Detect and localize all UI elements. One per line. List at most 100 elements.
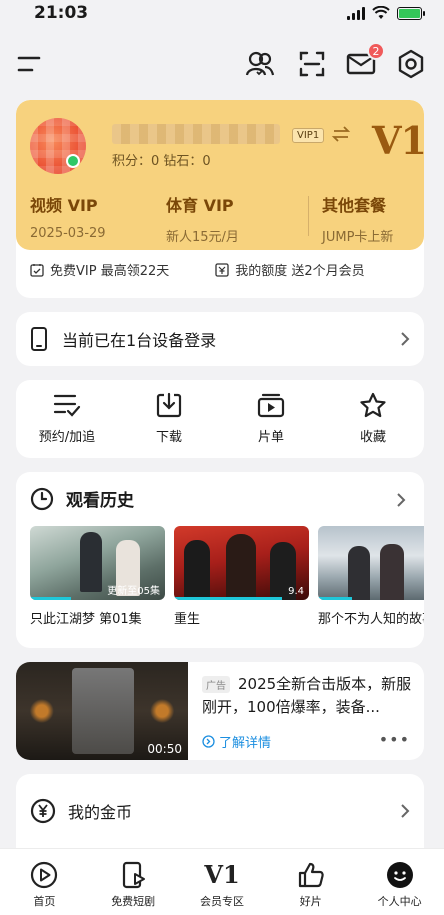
star-icon — [360, 392, 386, 418]
download-icon — [156, 392, 182, 418]
playlist-button[interactable]: 片单 — [220, 380, 322, 458]
other-plans-column[interactable]: 其他套餐 JUMP卡上新 — [322, 192, 393, 245]
tab-free-short-drama[interactable]: 免费短剧 — [89, 849, 178, 915]
download-label: 下载 — [155, 430, 182, 445]
more-options-icon[interactable]: ••• — [379, 730, 410, 749]
free-vip-label: 免费VIP 最高领22天 — [50, 264, 170, 279]
free-vip-link[interactable]: 免费VIP 最高领22天 — [30, 260, 169, 279]
online-status-dot — [66, 154, 80, 168]
watch-history-header[interactable]: 观看历史 — [30, 486, 134, 511]
reserve-label: 预约/加追 — [38, 430, 96, 445]
history-caption: 那个不为人知的故事 — [318, 612, 424, 627]
tab-profile[interactable]: 个人中心 — [355, 849, 444, 915]
tab-home-label: 首页 — [33, 895, 56, 908]
sports-vip-price: 新人15元/月 — [166, 230, 239, 245]
vip-membership-panel: VIP1 V1 积分：0 钻石：0 视频 VIP 2025-03-29 体育 V… — [16, 100, 424, 250]
other-plans-title: 其他套餐 — [322, 196, 387, 215]
tab-vip-zone[interactable]: V1 会员专区 — [178, 849, 267, 915]
ad-text: 2025全新合击版本，新服刚开，100倍爆率，装备... — [202, 675, 412, 716]
username-blurred — [112, 124, 280, 144]
tab-free-short-drama-label: 免费短剧 — [111, 895, 156, 908]
tab-profile-label: 个人中心 — [377, 895, 422, 908]
history-item[interactable]: 那个不为人知的故事 — [318, 526, 424, 627]
vip-card: VIP1 V1 积分：0 钻石：0 视频 VIP 2025-03-29 体育 V… — [16, 100, 424, 298]
tab-vip-zone-label: 会员专区 — [199, 895, 244, 908]
message-icon[interactable]: 2 — [343, 42, 385, 82]
my-quota-label: 我的额度 送2个月会员 — [235, 264, 365, 279]
home-play-icon — [31, 861, 58, 889]
sports-vip-title: 体育 VIP — [166, 196, 234, 215]
settings-icon[interactable] — [393, 46, 429, 82]
download-button[interactable]: 下载 — [118, 380, 220, 458]
playlist-icon — [257, 393, 285, 418]
history-item[interactable]: 9.4 重生 — [174, 526, 309, 627]
tab-good-films-label: 好片 — [299, 895, 322, 908]
menu-icon[interactable] — [12, 46, 48, 82]
vip-level-emblem: V1 — [372, 118, 424, 163]
history-thumbnail — [318, 526, 424, 600]
coin-icon — [30, 798, 56, 824]
short-drama-icon — [123, 861, 146, 889]
reserve-icon — [53, 394, 81, 417]
other-plans-subtitle: JUMP卡上新 — [322, 230, 394, 245]
points-diamonds: 积分：0 钻石：0 — [112, 154, 211, 169]
status-bar: 21:03 — [0, 0, 444, 26]
signal-icon — [347, 6, 365, 20]
video-vip-title: 视频 VIP — [30, 196, 98, 215]
device-login-label: 当前已在1台设备登录 — [62, 331, 217, 350]
history-caption: 只此江湖梦 第01集 — [30, 612, 142, 627]
wifi-icon — [372, 6, 390, 19]
vip-divider — [308, 196, 309, 236]
profile-face-icon — [386, 862, 413, 888]
my-coins-row[interactable]: 我的金币 — [16, 774, 424, 848]
vip-level-tag[interactable]: VIP1 — [292, 128, 325, 143]
notification-badge: 2 — [367, 42, 385, 60]
favorites-label: 收藏 — [359, 430, 386, 445]
favorites-button[interactable]: 收藏 — [322, 380, 424, 458]
bottom-tab-bar: 首页 免费短剧 V1 会员专区 好片 个人中心 — [0, 848, 444, 915]
history-thumbnail: 更新至05集 — [30, 526, 165, 600]
reserve-button[interactable]: 预约/加追 — [16, 380, 118, 458]
ad-learn-more-link[interactable]: 了解详情 — [202, 732, 271, 751]
ad-card[interactable]: 00:50 广告 2025全新合击版本，新服刚开，100倍爆率，装备... 了解… — [16, 662, 424, 760]
quick-actions: 预约/加追 下载 片单 收藏 — [16, 380, 424, 458]
swap-icon[interactable] — [331, 126, 351, 142]
chevron-right-icon — [401, 332, 410, 346]
watch-history-title: 观看历史 — [66, 491, 134, 511]
sports-vip-column[interactable]: 体育 VIP 新人15元/月 — [166, 192, 239, 245]
arrow-circle-icon — [202, 735, 215, 748]
friends-icon[interactable] — [242, 46, 278, 82]
ad-duration: 00:50 — [147, 742, 182, 756]
chevron-right-icon[interactable] — [396, 492, 406, 508]
video-vip-expiry: 2025-03-29 — [30, 226, 106, 241]
ad-stone-image — [72, 668, 134, 754]
status-icons — [347, 6, 425, 20]
thumbs-up-icon — [298, 862, 324, 888]
history-progress-bar — [30, 597, 71, 600]
ad-thumbnail: 00:50 — [16, 662, 188, 760]
history-rating: 9.4 — [288, 586, 304, 597]
history-progress-bar — [318, 597, 352, 600]
scan-icon[interactable] — [294, 46, 330, 82]
vip-v1-icon: V1 — [204, 860, 240, 889]
quota-icon — [215, 262, 229, 277]
video-vip-column[interactable]: 视频 VIP 2025-03-29 — [30, 192, 106, 241]
tab-good-films[interactable]: 好片 — [266, 849, 355, 915]
watch-history-card: 观看历史 更新至05集 只此江湖梦 第01集 9.4 重生 那个不为人知的故事 — [16, 472, 424, 648]
ad-learn-more-label: 了解详情 — [219, 736, 272, 751]
history-thumbnail: 9.4 — [174, 526, 309, 600]
battery-icon — [397, 6, 425, 20]
history-item[interactable]: 更新至05集 只此江湖梦 第01集 — [30, 526, 165, 627]
tab-home[interactable]: 首页 — [0, 849, 89, 915]
history-overlay-text: 更新至05集 — [107, 586, 160, 597]
status-time: 21:03 — [34, 3, 89, 23]
history-progress-bar — [174, 597, 282, 600]
phone-icon — [31, 327, 47, 351]
playlist-label: 片单 — [257, 430, 284, 445]
vip-benefits-row: 免费VIP 最高领22天 我的额度 送2个月会员 — [16, 260, 424, 279]
my-quota-link[interactable]: 我的额度 送2个月会员 — [215, 260, 365, 279]
clock-icon — [30, 487, 54, 510]
device-login-row[interactable]: 当前已在1台设备登录 — [16, 312, 424, 366]
history-list: 更新至05集 只此江湖梦 第01集 9.4 重生 那个不为人知的故事 — [30, 526, 424, 627]
calendar-check-icon — [30, 263, 44, 277]
